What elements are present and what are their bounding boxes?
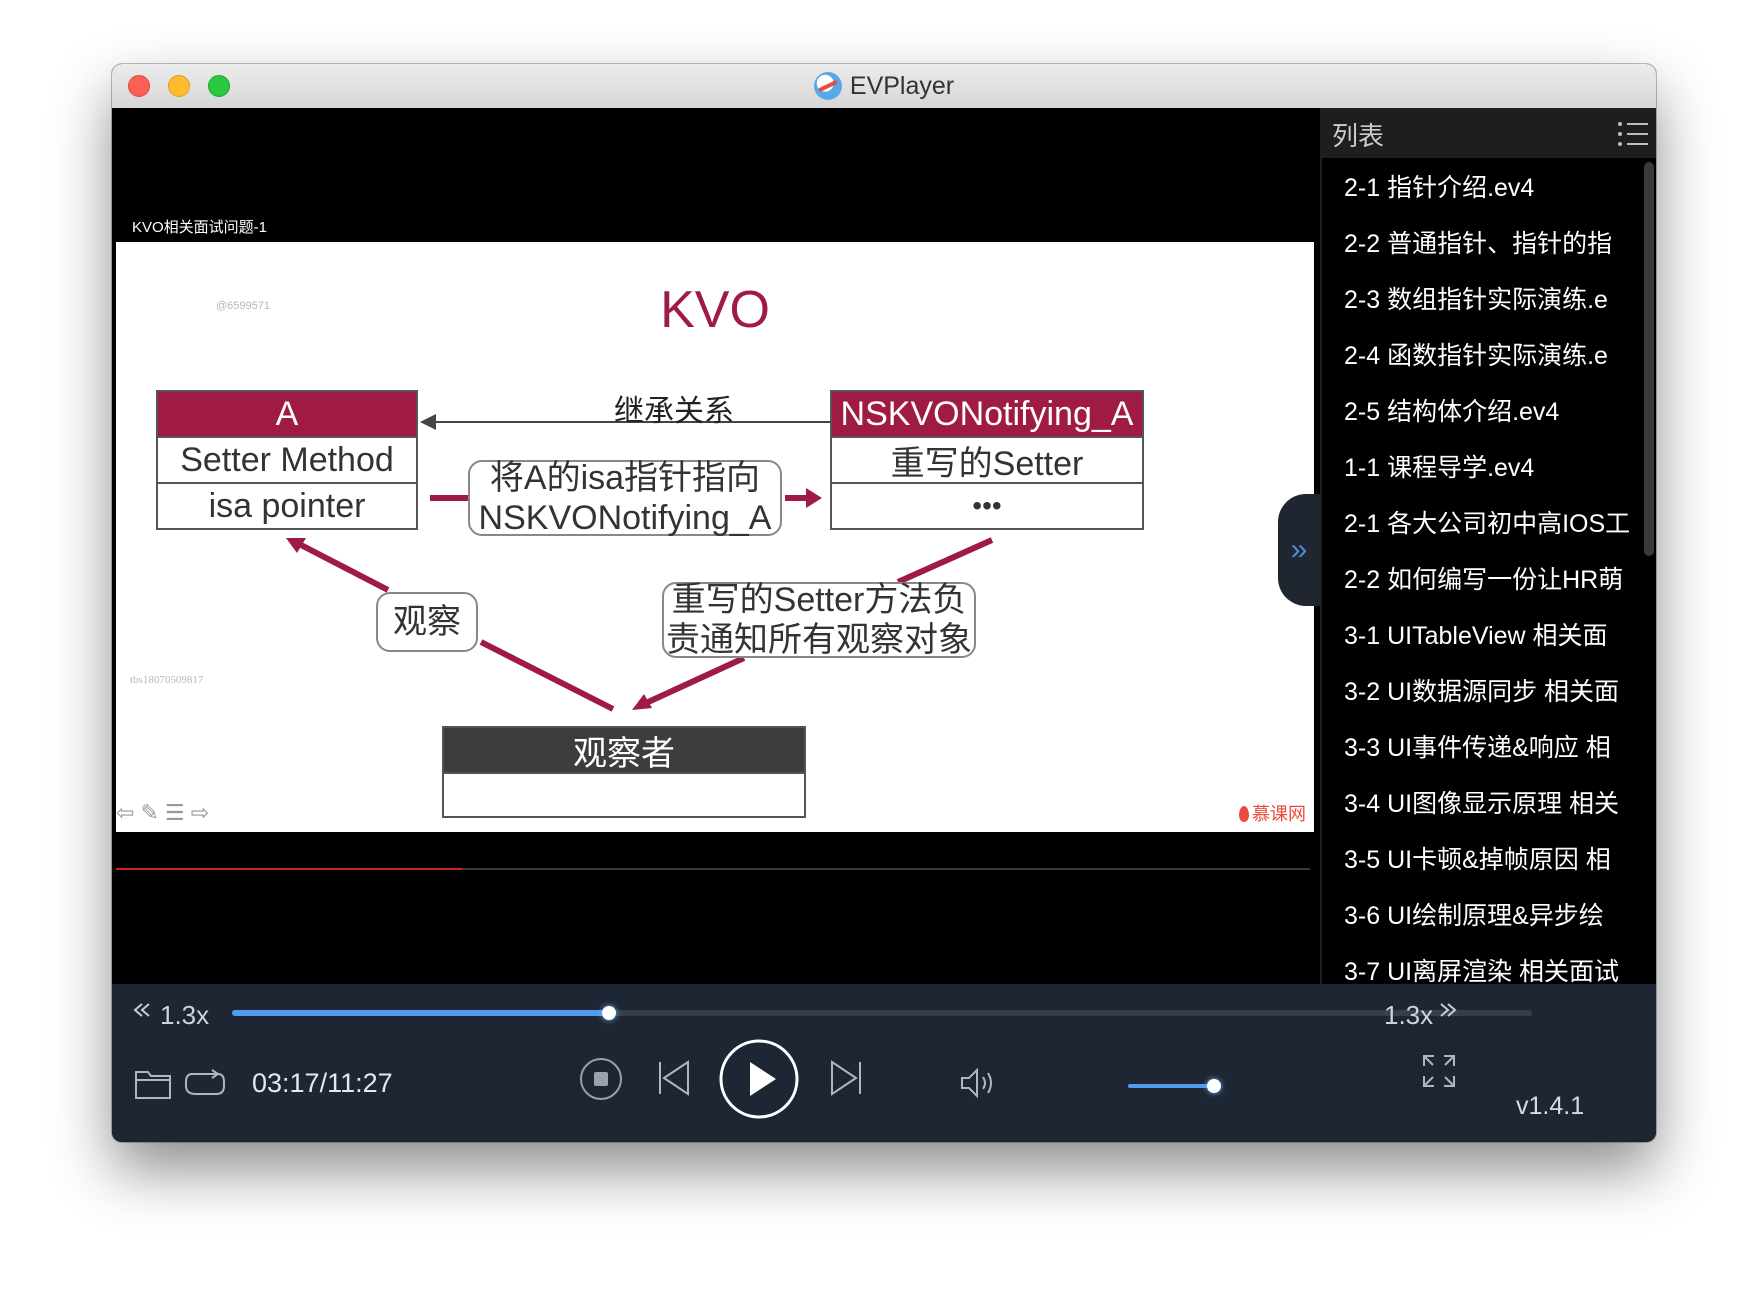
collapse-sidebar-button[interactable]: » xyxy=(1278,494,1320,606)
playlist-item[interactable]: 3-7 UI离屏渲染 相关面试 xyxy=(1322,942,1640,984)
forward-speed-icon[interactable] xyxy=(1438,1000,1458,1020)
slide-title: KVO xyxy=(660,281,770,339)
play-icon[interactable] xyxy=(718,1038,800,1120)
time-display: 03:17/11:27 xyxy=(252,1068,393,1098)
nskvo-head: NSKVONotifying_A xyxy=(832,392,1142,438)
playlist-item[interactable]: 2-1 指针介绍.ev4 xyxy=(1322,158,1640,214)
observe-arrow-up xyxy=(299,542,390,593)
nskvo-box: NSKVONotifying_A 重写的Setter ••• xyxy=(830,390,1144,530)
seek-knob[interactable] xyxy=(602,1006,616,1020)
playlist[interactable]: 2-1 指针介绍.ev4 2-2 普通指针、指针的指 2-3 数组指针实际演练.e 2… xyxy=(1322,158,1640,984)
observer-head: 观察者 xyxy=(444,728,804,774)
notify-arrow-top xyxy=(896,537,994,585)
class-a-box: A Setter Method isa pointer xyxy=(156,390,418,530)
video-progress-track xyxy=(116,868,1310,870)
folder-icon[interactable] xyxy=(134,1066,172,1100)
setter-bubble: 重写的Setter方法负 责通知所有观察对象 xyxy=(662,581,976,659)
video-caption: KVO相关面试问题-1 xyxy=(132,219,268,236)
next-icon[interactable] xyxy=(828,1058,864,1098)
watermark-left: tbs18070509817 xyxy=(130,674,204,686)
playlist-title: 列表 xyxy=(1332,121,1385,151)
volume-knob[interactable] xyxy=(1206,1079,1221,1093)
speed-left-label: 1.3x xyxy=(160,1000,210,1030)
flame-icon xyxy=(1239,806,1249,822)
control-bar: 1.3x 1.3x 03:17/11:27 v1.4.1 xyxy=(112,984,1656,1142)
class-a-head: A xyxy=(158,392,416,438)
app-logo-icon xyxy=(813,72,842,100)
playlist-scrollbar[interactable] xyxy=(1644,162,1654,556)
playlist-item[interactable]: 3-1 UITableView 相关面 xyxy=(1322,606,1640,662)
loop-icon[interactable] xyxy=(184,1068,226,1098)
playlist-item[interactable]: 2-4 函数指针实际演练.e xyxy=(1322,326,1640,382)
setter-bubble-line1: 重写的Setter方法负 xyxy=(671,581,967,619)
playlist-item[interactable]: 3-5 UI卡顿&掉帧原因 相 xyxy=(1322,830,1640,886)
stop-icon[interactable] xyxy=(578,1056,624,1102)
playlist-item[interactable]: 2-1 各大公司初中高IOS工 xyxy=(1322,494,1640,550)
volume-slider[interactable] xyxy=(1128,1079,1221,1093)
fullscreen-icon[interactable] xyxy=(1422,1054,1456,1088)
nskvo-setter: 重写的Setter xyxy=(832,438,1142,484)
setter-bubble-line2: 责通知所有观察对象 xyxy=(666,621,972,659)
nskvo-dots: ••• xyxy=(972,490,1002,521)
isa-bubble-line1: 将A的isa指针指向 xyxy=(489,459,761,497)
class-a-setter: Setter Method xyxy=(158,438,416,484)
slide-next-icon[interactable]: ⇨ xyxy=(191,800,209,826)
playlist-item[interactable]: 3-3 UI事件传递&响应 相 xyxy=(1322,718,1640,774)
playlist-item[interactable]: 3-2 UI数据源同步 相关面 xyxy=(1322,662,1640,718)
isa-bubble: 将A的isa指针指向 NSKVONotifying_A xyxy=(468,459,782,537)
observe-arrow-down xyxy=(479,639,615,712)
slide-nav-controls: ⇦ ✎ ☰ ⇨ xyxy=(116,800,209,826)
inheritance-label: 继承关系 xyxy=(614,395,734,428)
brand-text: 慕课网 xyxy=(1252,804,1306,824)
video-area[interactable]: KVO相关面试问题-1 @6599571 tbs18070509817 KVO … xyxy=(112,108,1320,984)
rewind-speed-icon[interactable] xyxy=(132,1000,152,1020)
playlist-item[interactable]: 1-1 课程导学.ev4 xyxy=(1322,438,1640,494)
brand-logo: 慕课网 xyxy=(1239,800,1306,826)
slide-pen-icon[interactable]: ✎ xyxy=(140,800,158,826)
playlist-item[interactable]: 2-2 如何编写一份让HR萌 xyxy=(1322,550,1640,606)
playlist-sidebar: 列表 2-1 指针介绍.ev4 2-2 普通指针、指针的指 2-3 数组指针实际演练… xyxy=(1320,108,1656,984)
previous-icon[interactable] xyxy=(656,1058,692,1098)
seek-bar-fill xyxy=(232,1010,609,1016)
notify-arrow-bottom xyxy=(644,655,746,706)
class-a-isa: isa pointer xyxy=(208,486,366,525)
seek-bar[interactable] xyxy=(232,1006,1532,1020)
list-menu-icon[interactable] xyxy=(1618,122,1648,146)
playlist-item[interactable]: 3-4 UI图像显示原理 相关 xyxy=(1322,774,1640,830)
playlist-item[interactable]: 2-5 结构体介绍.ev4 xyxy=(1322,382,1640,438)
lecture-slide: @6599571 tbs18070509817 KVO A Setter Met… xyxy=(116,242,1314,832)
observer-body xyxy=(444,774,804,818)
playlist-item[interactable]: 2-3 数组指针实际演练.e xyxy=(1322,270,1640,326)
playlist-header: 列表 xyxy=(1322,108,1656,158)
observe-bubble: 观察 xyxy=(376,592,478,652)
double-chevron-right-icon: » xyxy=(1290,533,1308,566)
video-progress-fill xyxy=(116,868,463,870)
evplayer-window: EVPlayer KVO相关面试问题-1 @6599571 tbs1807050… xyxy=(112,64,1656,1142)
isa-bubble-line2: NSKVONotifying_A xyxy=(478,499,772,537)
observe-bubble-text: 观察 xyxy=(393,603,461,641)
title-bar[interactable]: EVPlayer xyxy=(112,64,1656,109)
version-label: v1.4.1 xyxy=(1516,1092,1585,1120)
slide-menu-icon[interactable]: ☰ xyxy=(165,800,185,826)
volume-icon[interactable] xyxy=(960,1066,1000,1100)
window-title: EVPlayer xyxy=(849,71,955,100)
slide-prev-icon[interactable]: ⇦ xyxy=(116,800,134,826)
playlist-item[interactable]: 3-6 UI绘制原理&异步绘 xyxy=(1322,886,1640,942)
observer-box: 观察者 xyxy=(442,726,806,818)
speed-right-label: 1.3x xyxy=(1384,1000,1434,1030)
playlist-item[interactable]: 2-2 普通指针、指针的指 xyxy=(1322,214,1640,270)
